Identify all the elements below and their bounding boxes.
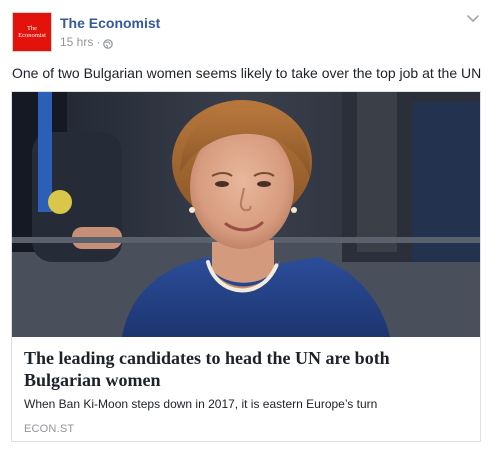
post-message: One of two Bulgarian women seems likely … — [12, 65, 482, 81]
article-title[interactable]: The leading candidates to head the UN ar… — [24, 347, 468, 391]
page-name-link[interactable]: The Economist — [60, 14, 160, 32]
article-photo[interactable] — [12, 92, 480, 337]
globe-icon[interactable] — [103, 37, 114, 49]
link-card-body: The leading candidates to head the UN ar… — [12, 337, 480, 436]
post-timestamp[interactable]: 15 hrs — [60, 34, 93, 50]
timestamp-row: 15 hrs · — [60, 34, 160, 50]
link-preview-card[interactable]: The leading candidates to head the UN ar… — [11, 91, 481, 442]
chevron-down-icon[interactable] — [465, 10, 481, 26]
avatar-text-line-2: Economist — [18, 32, 46, 39]
avatar-text-line-1: The — [26, 25, 38, 32]
post-meta: The Economist 15 hrs · — [60, 14, 160, 50]
facebook-post: The Economist The Economist 15 hrs · One… — [0, 0, 493, 453]
page-avatar[interactable]: The Economist — [12, 12, 52, 52]
article-description: When Ban Ki-Moon steps down in 2017, it … — [24, 397, 378, 411]
separator-dot: · — [96, 35, 101, 49]
portrait-photo — [12, 92, 480, 337]
article-domain: ECON.ST — [24, 423, 75, 435]
post-header: The Economist The Economist 15 hrs · — [12, 12, 160, 52]
